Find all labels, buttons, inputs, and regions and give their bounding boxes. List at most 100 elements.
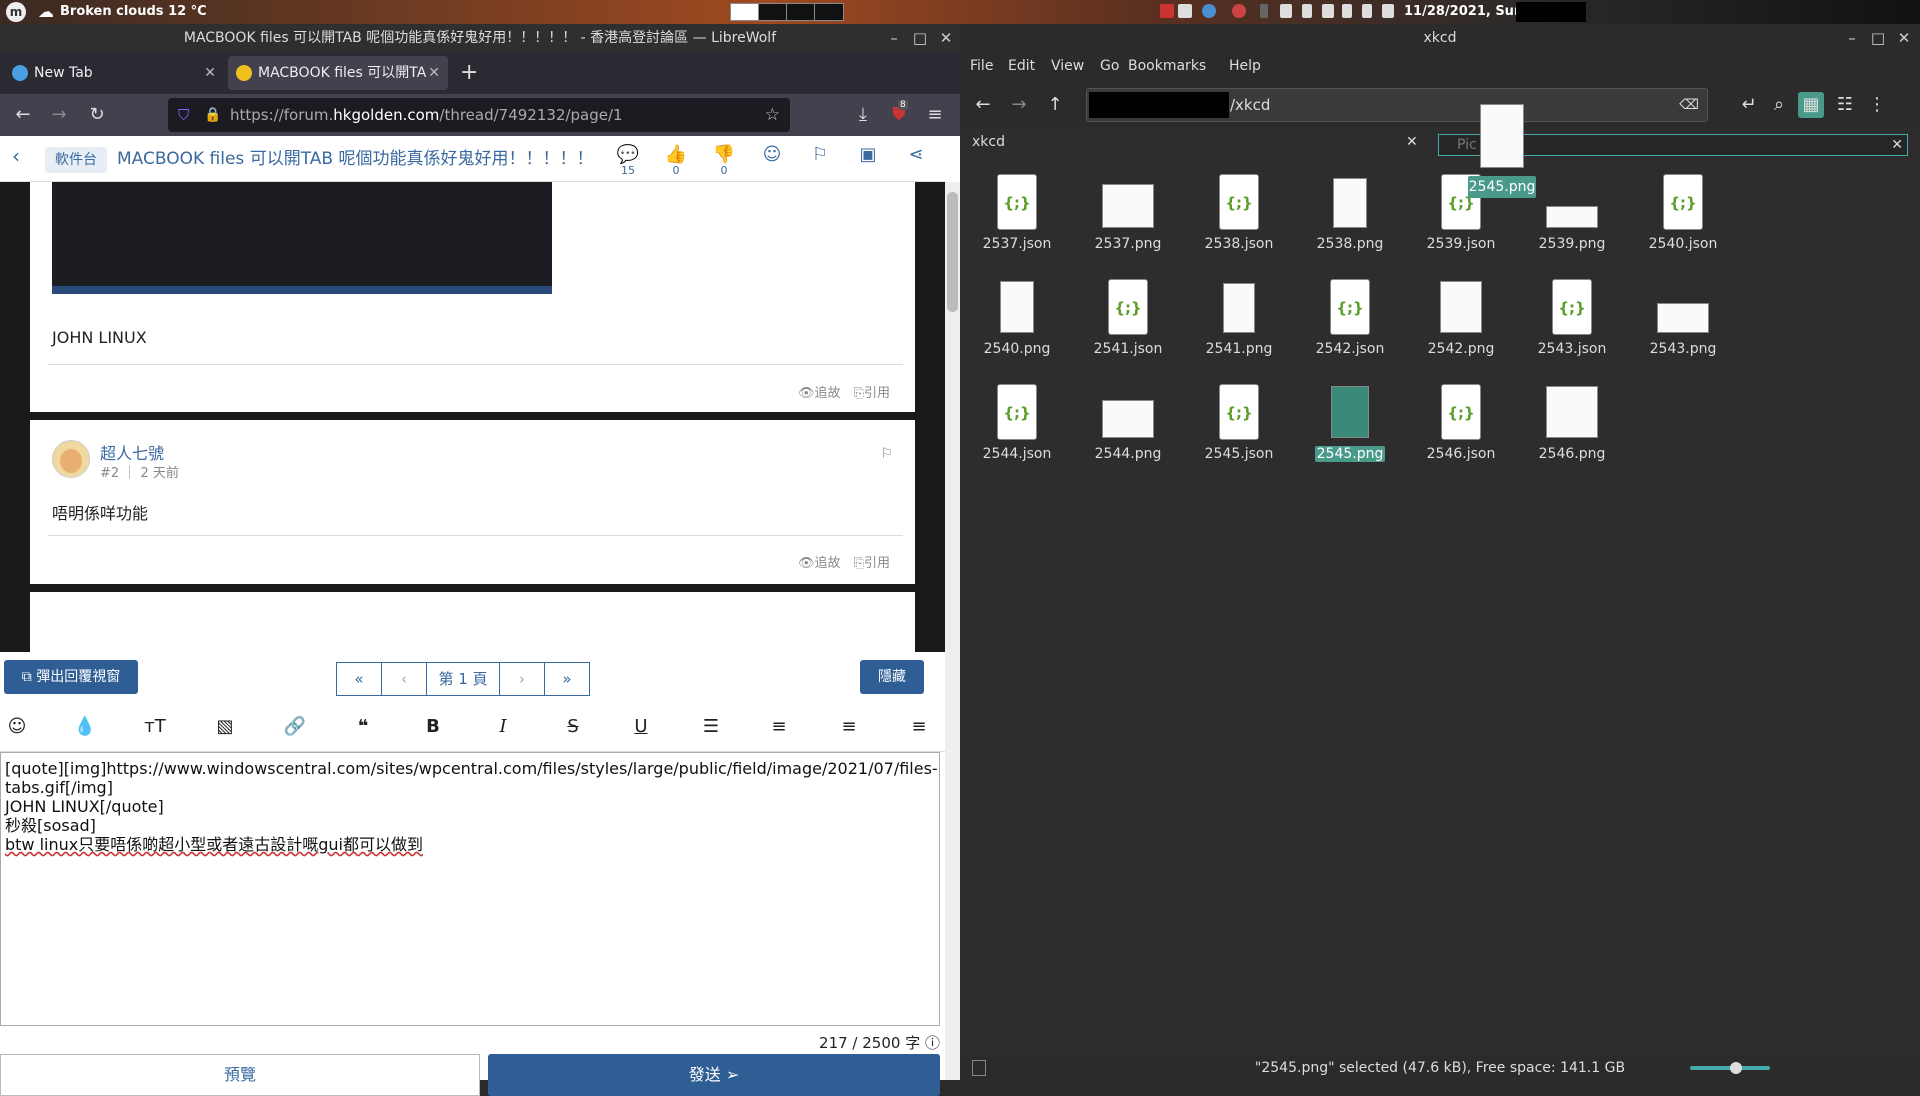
category-badge[interactable]: 軟件台: [45, 147, 107, 173]
post-image[interactable]: [52, 182, 552, 294]
username[interactable]: 超人七號: [100, 440, 164, 464]
color-drop-icon[interactable]: 💧: [72, 714, 98, 740]
file-item[interactable]: 2544.png: [1073, 374, 1183, 474]
workspace-1[interactable]: [730, 3, 760, 21]
bookmark-icon[interactable]: ⚐: [800, 144, 840, 165]
list-view-icon[interactable]: ☷: [1832, 92, 1858, 118]
tray-app-icon[interactable]: [1178, 4, 1192, 18]
tab-close-icon[interactable]: ✕: [428, 56, 440, 90]
menu-logo-icon[interactable]: m: [6, 2, 26, 22]
sidebar-toggle-icon[interactable]: [972, 1060, 986, 1076]
bell-icon[interactable]: [1302, 4, 1312, 18]
close-icon[interactable]: ✕: [1890, 24, 1918, 52]
dislike-button[interactable]: 👎 0: [704, 144, 744, 177]
tray-app-icon-2[interactable]: [1202, 4, 1216, 18]
last-page-button[interactable]: »: [544, 662, 590, 696]
underline-icon[interactable]: U: [628, 714, 654, 740]
tab-new-tab[interactable]: New Tab ✕: [4, 56, 224, 90]
follow-button[interactable]: 追故: [815, 386, 841, 401]
bookmark-star-icon[interactable]: ☆: [765, 98, 780, 132]
weather-label[interactable]: Broken clouds 12 °C: [60, 4, 207, 19]
align-right-icon[interactable]: ≡: [906, 714, 932, 740]
emoji-react-icon[interactable]: ☺: [752, 144, 792, 165]
info-icon[interactable]: ⓘ: [925, 1034, 940, 1052]
minimize-icon[interactable]: –: [1838, 24, 1866, 52]
like-button[interactable]: 👍 0: [656, 144, 696, 177]
strikethrough-icon[interactable]: S: [560, 714, 586, 740]
menu-go[interactable]: Go: [1100, 58, 1119, 74]
printer-icon[interactable]: [1322, 4, 1334, 18]
file-item[interactable]: {;} 2538.json: [1184, 164, 1294, 264]
fm-tab-close-icon[interactable]: ✕: [1406, 134, 1418, 150]
zoom-handle[interactable]: [1730, 1062, 1742, 1074]
back-icon[interactable]: ←: [10, 102, 36, 128]
avatar[interactable]: [52, 440, 90, 478]
first-page-button[interactable]: «: [336, 662, 382, 696]
clear-path-icon[interactable]: ⌫: [1679, 89, 1699, 121]
workspace-3[interactable]: [786, 3, 816, 21]
reload-icon[interactable]: ↻: [84, 102, 110, 128]
preview-button[interactable]: 預覽: [0, 1054, 480, 1096]
file-item[interactable]: 2543.png: [1628, 269, 1738, 369]
share-icon[interactable]: ⋖: [896, 144, 936, 165]
align-left-icon[interactable]: ≡: [766, 714, 792, 740]
new-tab-icon[interactable]: +: [460, 60, 478, 85]
list-icon[interactable]: ☰: [698, 714, 724, 740]
next-page-button[interactable]: ›: [499, 662, 545, 696]
menu-help[interactable]: Help: [1229, 58, 1261, 74]
tab-macbook[interactable]: MACBOOK files 可以開TA ✕: [228, 56, 448, 90]
file-item[interactable]: 2545.png: [1295, 374, 1405, 474]
bold-icon[interactable]: B: [420, 714, 446, 740]
menu-view[interactable]: View: [1051, 58, 1084, 74]
close-icon[interactable]: ✕: [932, 24, 960, 52]
file-item[interactable]: {;} 2540.json: [1628, 164, 1738, 264]
quote-button[interactable]: 引用: [864, 556, 890, 571]
file-item[interactable]: 2538.png: [1295, 164, 1405, 264]
icon-view-icon[interactable]: ▦: [1798, 92, 1824, 118]
italic-icon[interactable]: I: [490, 714, 516, 740]
font-size-icon[interactable]: ᴛT: [142, 714, 168, 740]
workspace-2[interactable]: [758, 3, 788, 21]
menu-icon[interactable]: ≡: [922, 102, 948, 128]
file-item[interactable]: {;} 2544.json: [962, 374, 1072, 474]
send-button[interactable]: 發送 ➢: [488, 1054, 940, 1096]
report-flag-icon[interactable]: ⚐: [880, 446, 893, 462]
minimize-icon[interactable]: –: [880, 24, 908, 52]
insert-image-icon[interactable]: ▧: [212, 714, 238, 740]
forward-icon[interactable]: →: [1006, 92, 1032, 118]
tracking-shield-icon[interactable]: ⛉: [178, 98, 189, 132]
file-item[interactable]: {;} 2537.json: [962, 164, 1072, 264]
compact-view-icon[interactable]: ⋮: [1864, 92, 1890, 118]
fm-tab-xkcd[interactable]: xkcd: [972, 134, 1005, 150]
tray-update-icon[interactable]: [1232, 4, 1246, 18]
toggle-location-icon[interactable]: ↵: [1736, 92, 1762, 118]
back-arrow-icon[interactable]: ‹: [12, 144, 20, 168]
page-select[interactable]: 第 1 頁: [426, 662, 500, 696]
search-icon[interactable]: ⌕: [1766, 92, 1792, 118]
clipboard-icon[interactable]: [1342, 4, 1352, 18]
shield-icon[interactable]: [1280, 4, 1292, 18]
file-item[interactable]: {;} 2545.json: [1184, 374, 1294, 474]
file-item[interactable]: {;} 2542.json: [1295, 269, 1405, 369]
file-item[interactable]: {;} 2546.json: [1406, 374, 1516, 474]
menu-edit[interactable]: Edit: [1008, 58, 1035, 74]
quote-format-icon[interactable]: ❝: [350, 714, 376, 740]
bug-icon[interactable]: [1160, 4, 1174, 18]
follow-button[interactable]: 追故: [815, 556, 841, 571]
file-item[interactable]: 2541.png: [1184, 269, 1294, 369]
file-item[interactable]: {;} 2541.json: [1073, 269, 1183, 369]
download-icon[interactable]: ⤓: [850, 102, 876, 128]
menu-bookmarks[interactable]: Bookmarks: [1128, 58, 1206, 74]
popup-reply-button[interactable]: ⧉ 彈出回覆視窗: [4, 660, 138, 694]
file-item[interactable]: 2542.png: [1406, 269, 1516, 369]
maximize-icon[interactable]: □: [1864, 24, 1892, 52]
reply-textarea[interactable]: [quote][img]https://www.windowscentral.c…: [0, 752, 940, 1026]
file-item[interactable]: 2537.png: [1073, 164, 1183, 264]
forward-icon[interactable]: →: [46, 102, 72, 128]
quote-button[interactable]: 引用: [864, 386, 890, 401]
align-center-icon[interactable]: ≡: [836, 714, 862, 740]
file-item[interactable]: {;} 2543.json: [1517, 269, 1627, 369]
zoom-slider[interactable]: [1690, 1062, 1770, 1074]
bluetooth-icon[interactable]: [1260, 4, 1268, 18]
file-item[interactable]: 2540.png: [962, 269, 1072, 369]
